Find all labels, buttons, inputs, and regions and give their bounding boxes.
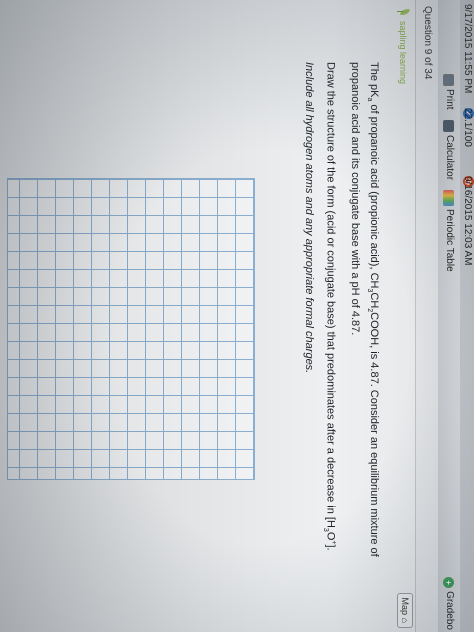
periodic-table-button[interactable]: Periodic Table [438, 190, 460, 272]
map-button[interactable]: Map ⌂ [397, 592, 413, 628]
logo-text: sapling learning [398, 21, 408, 85]
score-value: 22.1/100 [462, 108, 473, 147]
timestamp: 9/16/2015 12:03 AM [462, 176, 473, 266]
leaf-icon [397, 6, 409, 18]
toolbar: Print Calculator Periodic Table + Gradeb… [437, 0, 460, 632]
calculator-label: Calculator [444, 135, 455, 181]
gradebook-icon: + [443, 577, 455, 589]
question-paragraph-1: The pKa of propanoic acid (propionic aci… [348, 62, 381, 602]
photographed-screen: 9/17/2015 11:55 PM ✓ 22.1/100 ◷ 9/16/201… [0, 0, 474, 632]
print-label: Print [444, 89, 455, 110]
p1-part-b: of propanoic acid (propionic acid), CH [368, 101, 380, 289]
map-icon: ⌂ [400, 617, 410, 623]
p1-part-a: The pK [368, 62, 380, 98]
printer-icon [443, 74, 455, 86]
question-paragraph-3: Include all hydrogen atoms and any appro… [302, 62, 315, 374]
p2-part-c: ]. [324, 544, 337, 551]
periodic-table-label: Periodic Table [444, 209, 455, 272]
print-button[interactable]: Print [438, 74, 460, 110]
question-text: The pKa of propanoic acid (propionic aci… [294, 62, 381, 602]
gradebook-button[interactable]: + Gradebo [438, 577, 460, 630]
calculator-button[interactable]: Calculator [438, 120, 460, 180]
due-date: 9/17/2015 11:55 PM [462, 4, 473, 94]
question-paragraph-2: Draw the structure of the form (acid or … [318, 62, 340, 602]
question-counter: Question 9 of 34 [422, 6, 433, 80]
periodic-table-icon [443, 190, 455, 206]
question-panel: sapling learning Map ⌂ The pKa of propan… [0, 0, 415, 632]
status-bar: 9/17/2015 11:55 PM ✓ 22.1/100 ◷ 9/16/201… [460, 0, 474, 632]
calculator-icon [443, 120, 455, 132]
gradebook-label: Gradebo [444, 591, 455, 630]
question-bar: Question 9 of 34 [415, 0, 438, 632]
sapling-logo: sapling learning [397, 6, 409, 84]
map-label: Map [400, 597, 410, 616]
p2-part-a: Draw the structure of the form (acid or … [324, 62, 337, 528]
drawing-canvas[interactable] [7, 178, 255, 480]
p1-part-c: CH [368, 292, 380, 309]
